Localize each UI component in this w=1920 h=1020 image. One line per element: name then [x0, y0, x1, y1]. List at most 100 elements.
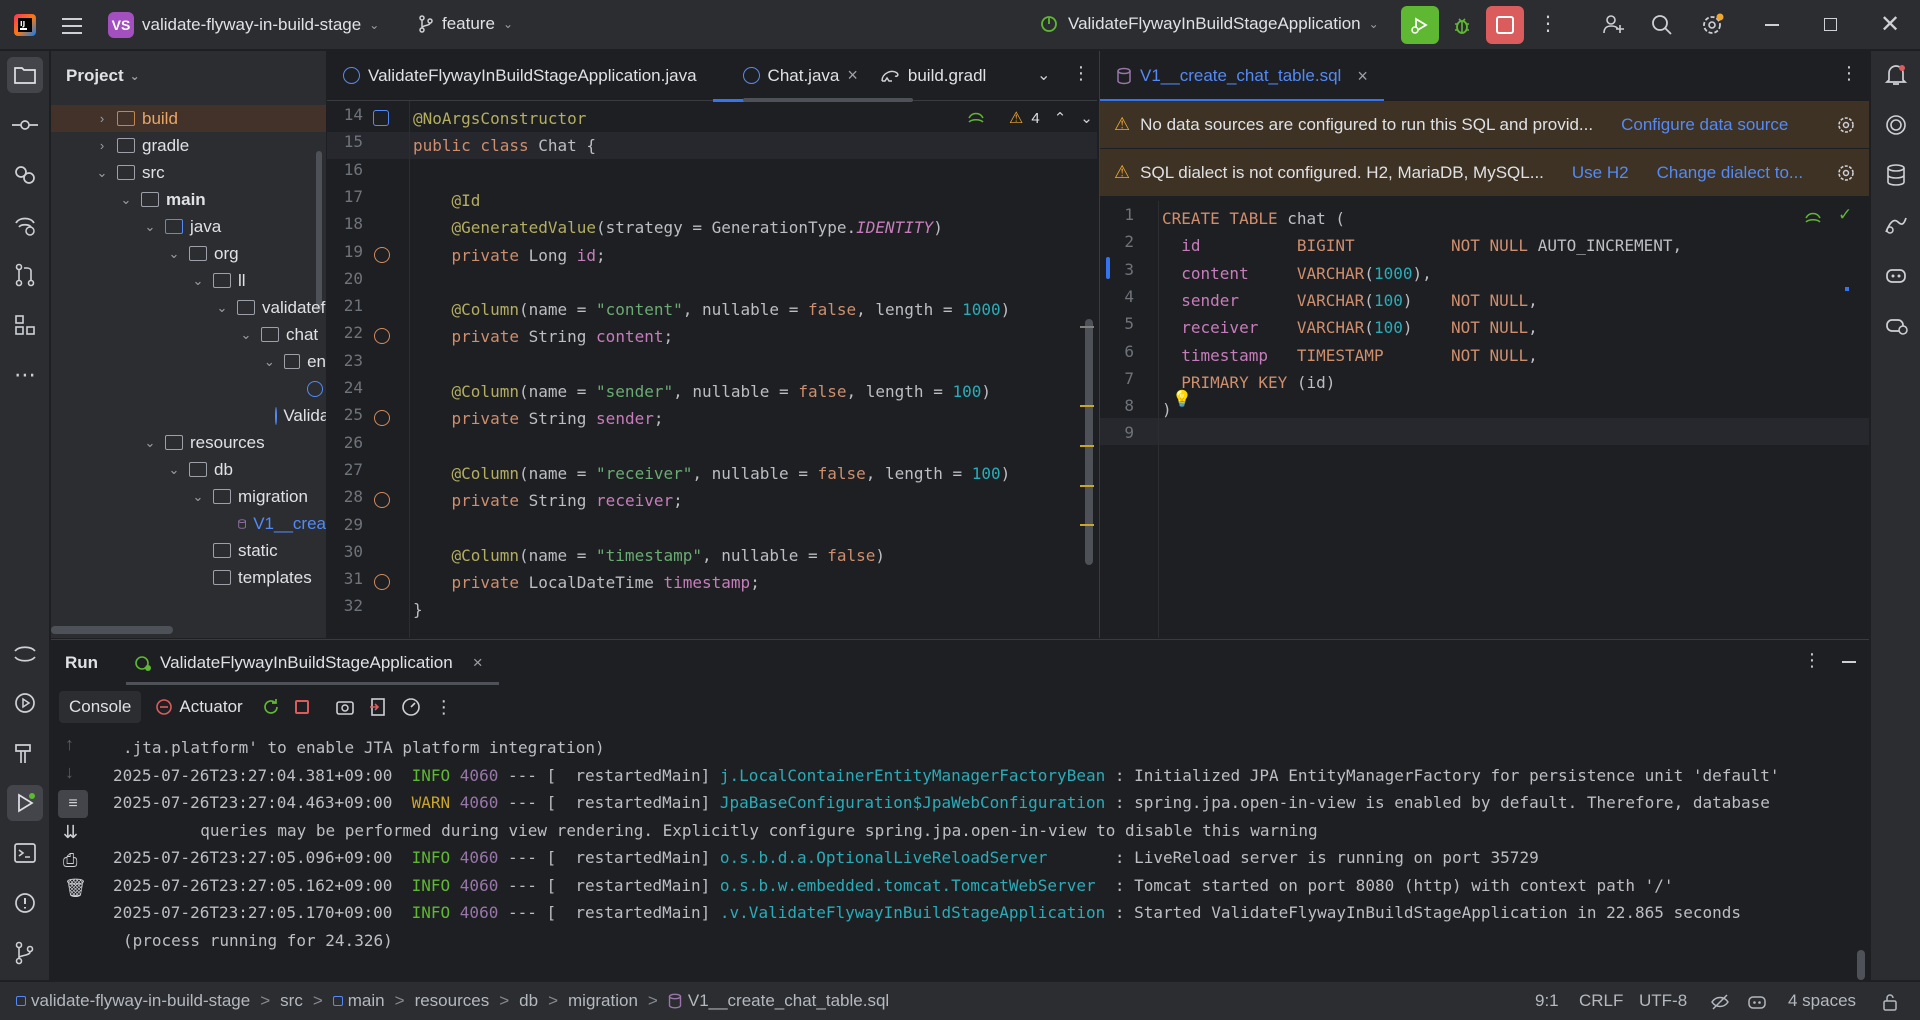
configure-data-source-link[interactable]: Configure data source	[1621, 115, 1788, 135]
search-icon[interactable]	[1650, 13, 1674, 37]
tab-chat-java[interactable]: Chat.java ×	[712, 51, 875, 102]
build-tool-button[interactable]	[7, 735, 43, 771]
services-tool-button[interactable]	[7, 635, 43, 671]
tab-sql-file[interactable]: V1__create_chat_table.sql ×	[1100, 51, 1384, 102]
app-logo-icon[interactable]: IJ	[12, 12, 38, 38]
ai-assistant-tool-button[interactable]	[7, 207, 43, 243]
ai-chat-button[interactable]	[1878, 107, 1914, 143]
tree-item-org[interactable]: ⌄ org	[51, 240, 326, 267]
settings-icon[interactable]	[1700, 12, 1726, 38]
breadcrumb-item[interactable]: validate-flyway-in-build-stage	[31, 991, 250, 1011]
change-dialect-link[interactable]: Change dialect to...	[1657, 163, 1803, 183]
editor-more-icon[interactable]: ⋮	[1072, 63, 1090, 84]
gear-icon[interactable]	[1836, 163, 1856, 183]
tree-item-src[interactable]: ⌄ src	[51, 159, 326, 186]
tree-item-ll[interactable]: ⌄ ll	[51, 267, 326, 294]
run-panel-more-icon[interactable]: ⋮	[1803, 650, 1821, 671]
tree-item-static[interactable]: › static	[51, 537, 326, 564]
project-panel-header[interactable]: Project ⌄	[51, 51, 326, 101]
run-services-tool-button[interactable]	[7, 685, 43, 721]
stop-icon[interactable]	[294, 700, 309, 714]
restore-icon[interactable]	[1824, 18, 1837, 31]
inspection-widget[interactable]: ⚠ 4 ⌃ ⌄	[967, 108, 1093, 128]
tree-item-validatef[interactable]: ⌄ validatef	[51, 294, 326, 321]
breadcrumb-item[interactable]: main	[348, 991, 385, 1011]
console-more-icon[interactable]: ⋮	[435, 697, 453, 718]
lock-icon[interactable]	[1881, 992, 1899, 1012]
readonly-toggle-icon[interactable]	[1710, 992, 1730, 1012]
indent-setting[interactable]: 4 spaces	[1788, 991, 1856, 1011]
tree-item-gradle[interactable]: › gradle	[51, 132, 326, 159]
tab-application-java[interactable]: ValidateFlywayInBuildStageApplication.ja…	[327, 51, 713, 101]
run-tool-button[interactable]	[7, 785, 43, 821]
database-button[interactable]	[1878, 157, 1914, 193]
gear-icon[interactable]	[1836, 115, 1856, 135]
minimize-icon[interactable]	[1765, 24, 1779, 26]
tree-item-sql-file[interactable]: V1__crea	[51, 510, 326, 537]
branch-selector[interactable]: feature ⌄	[418, 14, 513, 34]
tree-item-resources[interactable]: ⌄ resources	[51, 429, 326, 456]
console-tab[interactable]: Console	[59, 691, 142, 723]
breadcrumb-item[interactable]: migration	[568, 991, 638, 1011]
breadcrumb-item[interactable]: db	[519, 991, 538, 1011]
copilot-status-icon[interactable]	[1747, 992, 1767, 1012]
endpoints-button[interactable]	[1878, 207, 1914, 243]
pull-requests-tool-button[interactable]	[7, 257, 43, 293]
use-h2-link[interactable]: Use H2	[1572, 163, 1629, 183]
tree-item-main[interactable]: ⌄ main	[51, 186, 326, 213]
tree-item-entity-class[interactable]	[51, 375, 326, 402]
tabs-dropdown-icon[interactable]: ⌄	[1037, 65, 1050, 85]
tree-horizontal-scrollbar[interactable]	[51, 626, 173, 634]
code-with-me-icon[interactable]	[1601, 12, 1625, 36]
close-window-icon[interactable]: ✕	[1880, 11, 1900, 39]
close-tab-icon[interactable]: ×	[847, 65, 858, 86]
debug-button[interactable]	[1447, 10, 1477, 40]
sql-code-area[interactable]: CREATE TABLE chat ( id BIGINT NOT NULL A…	[1100, 201, 1860, 638]
project-tool-button[interactable]	[7, 57, 43, 93]
breadcrumb-item[interactable]: src	[280, 991, 303, 1011]
tree-item-templates[interactable]: › templates	[51, 564, 326, 591]
rerun-button[interactable]	[1401, 6, 1439, 44]
terminal-tool-button[interactable]	[7, 835, 43, 871]
main-menu-icon[interactable]	[60, 13, 86, 39]
inspection-icon[interactable]	[1804, 211, 1822, 225]
git-tool-button[interactable]	[7, 935, 43, 971]
tree-item-migration[interactable]: ⌄ migration	[51, 483, 326, 510]
more-actions-icon[interactable]: ⋮	[1538, 10, 1558, 38]
caret-position[interactable]: 9:1	[1535, 991, 1559, 1011]
run-config-selector[interactable]: ValidateFlywayInBuildStageApplication ⌄	[1040, 14, 1379, 34]
close-tab-icon[interactable]: ×	[473, 653, 483, 673]
rerun-icon[interactable]	[261, 697, 281, 717]
console-scrollbar[interactable]	[1857, 950, 1865, 980]
exit-icon[interactable]	[369, 697, 387, 717]
camera-icon[interactable]	[335, 698, 355, 716]
copilot-chat-button[interactable]	[1878, 307, 1914, 343]
more-tools-button[interactable]: ⋯	[7, 357, 43, 393]
problems-tool-button[interactable]	[7, 885, 43, 921]
dashboard-icon[interactable]	[401, 697, 421, 717]
notifications-button[interactable]	[1878, 57, 1914, 93]
tab-build-gradle[interactable]: build.gradl	[874, 51, 1002, 101]
run-config-tab[interactable]: ValidateFlywayInBuildStageApplication ×	[126, 640, 499, 685]
plugins-tool-button[interactable]	[7, 157, 43, 193]
file-encoding[interactable]: UTF-8	[1639, 991, 1687, 1011]
project-selector[interactable]: VS validate-flyway-in-build-stage ⌄	[108, 12, 379, 38]
close-tab-icon[interactable]: ×	[1357, 66, 1368, 87]
actuator-tab[interactable]: Actuator	[155, 697, 243, 717]
breadcrumb-item[interactable]: resources	[415, 991, 490, 1011]
tree-item-en[interactable]: ⌄ en	[51, 348, 326, 375]
stop-button[interactable]	[1486, 6, 1524, 44]
tree-item-build[interactable]: › build	[51, 105, 326, 132]
lightbulb-icon[interactable]: 💡	[1172, 389, 1192, 409]
copilot-button[interactable]	[1878, 257, 1914, 293]
tree-item-application-class[interactable]: › Valida	[51, 402, 326, 429]
tree-item-chat[interactable]: ⌄ chat	[51, 321, 326, 348]
breadcrumb-item[interactable]: V1__create_chat_table.sql	[688, 991, 889, 1011]
chevron-down-icon[interactable]: ⌄	[1080, 109, 1093, 127]
tree-item-java[interactable]: ⌄ java	[51, 213, 326, 240]
code-area[interactable]: @NoArgsConstructor public class Chat { @I…	[327, 105, 1087, 638]
line-endings[interactable]: CRLF	[1579, 991, 1623, 1011]
tree-item-db[interactable]: ⌄ db	[51, 456, 326, 483]
console-output[interactable]: .jta.platform' to enable JTA platform in…	[51, 734, 1861, 964]
editor-scrollbar[interactable]	[1085, 319, 1093, 565]
